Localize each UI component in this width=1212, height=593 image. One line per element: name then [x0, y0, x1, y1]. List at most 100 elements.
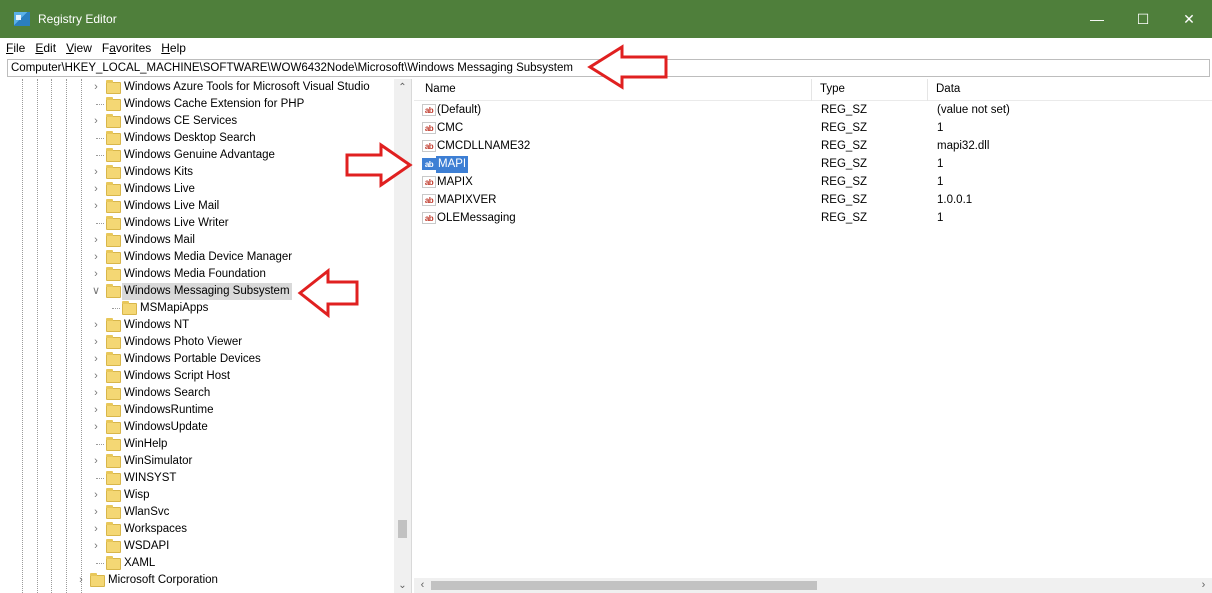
- tree-item[interactable]: Windows Live Writer: [8, 215, 394, 232]
- tree-item[interactable]: › Windows Search: [8, 385, 394, 402]
- tree-item-label: WSDAPI: [124, 540, 170, 552]
- tree-item[interactable]: › Windows Mail: [8, 232, 394, 249]
- value-type: REG_SZ: [821, 140, 868, 152]
- value-row[interactable]: ab (Default) REG_SZ (value not set): [414, 102, 1212, 119]
- tree-item-label: MSMapiApps: [140, 302, 209, 314]
- menu-favorites[interactable]: Favorites: [97, 41, 156, 55]
- chevron-right-icon[interactable]: ›: [91, 113, 101, 130]
- tree-item[interactable]: › Windows Photo Viewer: [8, 334, 394, 351]
- maximize-button[interactable]: ☐: [1120, 0, 1166, 38]
- value-row[interactable]: ab OLEMessaging REG_SZ 1: [414, 210, 1212, 227]
- chevron-right-icon[interactable]: ›: [91, 368, 101, 385]
- folder-icon: [106, 352, 121, 366]
- column-divider[interactable]: [927, 79, 928, 101]
- tree-item[interactable]: › WindowsUpdate: [8, 419, 394, 436]
- column-header-type[interactable]: Type: [820, 83, 845, 95]
- tree-item[interactable]: ∨ Windows Messaging Subsystem: [8, 283, 394, 300]
- folder-icon: [106, 335, 121, 349]
- value-data: 1.0.0.1: [937, 194, 973, 206]
- tree-item-label: WindowsUpdate: [124, 421, 208, 433]
- tree-item[interactable]: › Windows Kits: [8, 164, 394, 181]
- folder-icon: [106, 556, 121, 570]
- values-list: Name Type Data ab (Default) REG_SZ (value n…: [414, 79, 1212, 593]
- close-button[interactable]: ✕: [1166, 0, 1212, 38]
- value-data: mapi32.dll: [937, 140, 990, 152]
- chevron-right-icon[interactable]: ›: [91, 266, 101, 283]
- scroll-left-icon[interactable]: ‹: [415, 578, 430, 593]
- menu-view[interactable]: View: [61, 41, 97, 55]
- tree-item[interactable]: MSMapiApps: [8, 300, 394, 317]
- value-row[interactable]: ab CMC REG_SZ 1: [414, 120, 1212, 137]
- chevron-right-icon[interactable]: ›: [91, 249, 101, 266]
- tree-item[interactable]: › Windows Script Host: [8, 368, 394, 385]
- tree-item[interactable]: Windows Cache Extension for PHP: [8, 96, 394, 113]
- folder-icon: [106, 199, 121, 213]
- chevron-right-icon[interactable]: ›: [91, 164, 101, 181]
- folder-icon: [106, 80, 121, 94]
- menu-help[interactable]: Help: [156, 41, 191, 55]
- tree-item[interactable]: › WSDAPI: [8, 538, 394, 555]
- minimize-button[interactable]: —: [1074, 0, 1120, 38]
- list-header: Name Type Data: [414, 79, 1212, 101]
- chevron-right-icon[interactable]: ›: [91, 181, 101, 198]
- chevron-right-icon[interactable]: ›: [91, 419, 101, 436]
- scroll-up-icon[interactable]: ⌃: [394, 81, 411, 95]
- tree-item[interactable]: › Microsoft Corporation: [8, 572, 394, 589]
- chevron-right-icon[interactable]: ›: [91, 538, 101, 555]
- scroll-down-icon[interactable]: ⌄: [394, 579, 411, 593]
- chevron-right-icon[interactable]: ›: [91, 317, 101, 334]
- folder-icon: [106, 454, 121, 468]
- scroll-right-icon[interactable]: ›: [1196, 578, 1211, 593]
- tree-item[interactable]: › Workspaces: [8, 521, 394, 538]
- chevron-right-icon[interactable]: ›: [91, 232, 101, 249]
- chevron-right-icon[interactable]: ›: [91, 487, 101, 504]
- column-divider[interactable]: [811, 79, 812, 101]
- value-row[interactable]: ab MAPIXVER REG_SZ 1.0.0.1: [414, 192, 1212, 209]
- address-bar[interactable]: Computer\HKEY_LOCAL_MACHINE\SOFTWARE\WOW…: [7, 59, 1210, 77]
- tree-item[interactable]: › WindowsRuntime: [8, 402, 394, 419]
- folder-icon: [106, 386, 121, 400]
- tree-item[interactable]: › WinSimulator: [8, 453, 394, 470]
- list-horizontal-scrollbar[interactable]: ‹ ›: [414, 578, 1212, 593]
- tree-item[interactable]: › Wisp: [8, 487, 394, 504]
- tree-item[interactable]: Windows Desktop Search: [8, 130, 394, 147]
- tree-item[interactable]: › Windows CE Services: [8, 113, 394, 130]
- tree-item[interactable]: › Windows Media Device Manager: [8, 249, 394, 266]
- tree-item[interactable]: › Windows Live: [8, 181, 394, 198]
- tree-scrollbar[interactable]: ⌃ ⌄: [394, 79, 411, 593]
- tree-item-label: Windows Script Host: [124, 370, 231, 382]
- chevron-right-icon[interactable]: ›: [91, 521, 101, 538]
- chevron-right-icon[interactable]: ›: [91, 198, 101, 215]
- value-row[interactable]: ab MAPI REG_SZ 1: [414, 156, 1212, 173]
- chevron-right-icon[interactable]: ›: [76, 572, 86, 589]
- chevron-right-icon[interactable]: ›: [91, 351, 101, 368]
- menu-edit[interactable]: Edit: [30, 41, 61, 55]
- value-row[interactable]: ab MAPIX REG_SZ 1: [414, 174, 1212, 191]
- chevron-right-icon[interactable]: ›: [91, 334, 101, 351]
- list-scroll-thumb[interactable]: [431, 581, 817, 590]
- tree-item[interactable]: › Windows Azure Tools for Microsoft Visua…: [8, 79, 394, 96]
- tree-item[interactable]: › Windows Live Mail: [8, 198, 394, 215]
- chevron-right-icon[interactable]: ›: [91, 79, 101, 96]
- tree-item[interactable]: › Windows Media Foundation: [8, 266, 394, 283]
- chevron-right-icon[interactable]: ›: [91, 385, 101, 402]
- menu-file[interactable]: File: [0, 41, 30, 55]
- tree-item[interactable]: WinHelp: [8, 436, 394, 453]
- tree-item[interactable]: XAML: [8, 555, 394, 572]
- value-type: REG_SZ: [821, 176, 868, 188]
- tree-item[interactable]: Windows Genuine Advantage: [8, 147, 394, 164]
- tree-scroll-thumb[interactable]: [398, 520, 407, 538]
- tree-item[interactable]: › Windows NT: [8, 317, 394, 334]
- value-data: 1: [937, 158, 944, 170]
- chevron-right-icon[interactable]: ›: [91, 504, 101, 521]
- chevron-right-icon[interactable]: ›: [91, 453, 101, 470]
- tree-item[interactable]: › Windows Portable Devices: [8, 351, 394, 368]
- chevron-down-icon[interactable]: ∨: [91, 283, 101, 300]
- column-header-name[interactable]: Name: [425, 83, 456, 95]
- chevron-right-icon[interactable]: ›: [91, 402, 101, 419]
- column-header-data[interactable]: Data: [936, 83, 960, 95]
- tree-item[interactable]: WINSYST: [8, 470, 394, 487]
- value-row[interactable]: ab CMCDLLNAME32 REG_SZ mapi32.dll: [414, 138, 1212, 155]
- tree-item[interactable]: › WlanSvc: [8, 504, 394, 521]
- tree-item-label: Workspaces: [124, 523, 188, 535]
